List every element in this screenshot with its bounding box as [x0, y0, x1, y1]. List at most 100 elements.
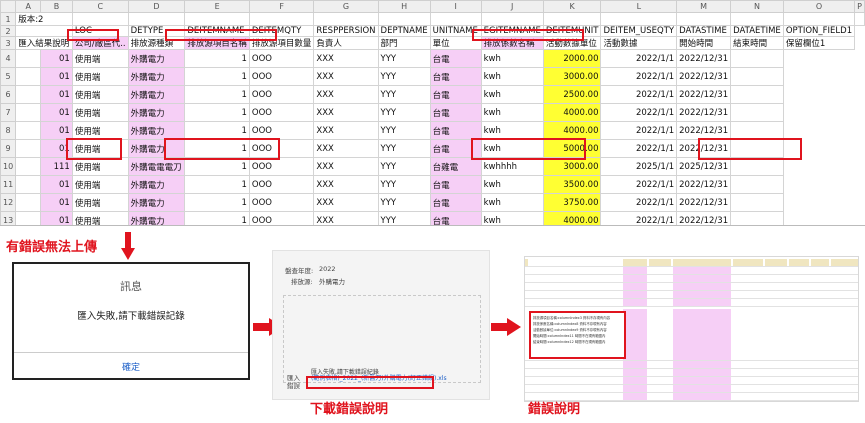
cell[interactable]: [313, 12, 379, 26]
cell-start[interactable]: 2022/1/1: [600, 121, 678, 140]
cell-eg[interactable]: 台電: [429, 211, 482, 225]
cell-detype[interactable]: 使用端: [71, 49, 129, 68]
cell-name[interactable]: 外購電力: [127, 67, 186, 86]
label-cell[interactable]: 活動數據: [600, 36, 678, 50]
header-cell[interactable]: DEITEMUNIT: [542, 25, 602, 37]
cell-qty[interactable]: 1: [184, 49, 250, 68]
cell-deunit[interactable]: kwh: [480, 49, 544, 68]
label-cell[interactable]: 排放係數名稱: [480, 36, 544, 50]
cell-detype[interactable]: 使用端: [71, 85, 129, 104]
cell-eg[interactable]: 台雞電: [429, 157, 482, 176]
cell-loc[interactable]: 01: [40, 67, 73, 86]
cell-dept[interactable]: XXX: [313, 85, 379, 104]
label-cell[interactable]: 活動數據單位: [542, 36, 602, 50]
column-header[interactable]: K: [542, 0, 602, 13]
cell-qty[interactable]: 1: [184, 157, 250, 176]
result-cell[interactable]: [15, 211, 42, 225]
row-header[interactable]: 5: [0, 67, 17, 86]
result-cell[interactable]: [15, 67, 42, 86]
cell-dept[interactable]: XXX: [313, 157, 379, 176]
column-header[interactable]: C: [71, 0, 129, 13]
cell-qty[interactable]: 1: [184, 67, 250, 86]
header-cell[interactable]: OPTION_FIELD1: [782, 25, 856, 37]
cell-unit[interactable]: YYY: [377, 85, 431, 104]
label-cell[interactable]: 保留欄位1: [782, 36, 856, 50]
cell[interactable]: [480, 12, 544, 26]
cell[interactable]: [782, 12, 856, 26]
row-header[interactable]: 9: [0, 139, 17, 158]
cell-deunit[interactable]: kwhhhh: [480, 157, 544, 176]
cell[interactable]: [127, 12, 186, 26]
cell-eg[interactable]: 台電: [429, 67, 482, 86]
cell-start[interactable]: 2022/1/1: [600, 193, 678, 212]
cell[interactable]: [377, 12, 431, 26]
confirm-button[interactable]: 確定: [14, 360, 248, 373]
header-cell[interactable]: UNITNAME: [429, 25, 482, 37]
column-header[interactable]: L: [600, 0, 678, 13]
cell-resp[interactable]: OOO: [248, 85, 315, 104]
cell-unit[interactable]: YYY: [377, 67, 431, 86]
header-cell[interactable]: DATAETIME: [730, 25, 784, 37]
download-link[interactable]: (範例表格)_2022_(新舊刀)外購電力(訂正錯誤).xls: [311, 373, 447, 382]
label-cell[interactable]: 公司/廠區代..: [71, 36, 129, 50]
result-cell[interactable]: [15, 175, 42, 194]
header-cell[interactable]: DEPTNAME: [377, 25, 431, 37]
cell-qty[interactable]: 1: [184, 193, 250, 212]
cell-loc[interactable]: 01: [40, 121, 73, 140]
cell-useqty[interactable]: 2500.00: [542, 85, 602, 104]
cell[interactable]: [730, 139, 784, 158]
column-header[interactable]: B: [40, 0, 73, 13]
cell-resp[interactable]: OOO: [248, 175, 315, 194]
cell-dept[interactable]: XXX: [313, 121, 379, 140]
cell[interactable]: [248, 12, 315, 26]
cell-eg[interactable]: 台電: [429, 103, 482, 122]
label-cell[interactable]: 部門: [377, 36, 431, 50]
cell-detype[interactable]: 使用端: [71, 211, 129, 225]
cell-loc[interactable]: 01: [40, 103, 73, 122]
column-header[interactable]: M: [676, 0, 732, 13]
cell[interactable]: [730, 211, 784, 225]
column-header[interactable]: E: [184, 0, 250, 13]
cell-qty[interactable]: 1: [184, 175, 250, 194]
cell-end[interactable]: 2025/12/31: [676, 157, 732, 176]
cell-useqty[interactable]: 3000.00: [542, 67, 602, 86]
cell-unit[interactable]: YYY: [377, 139, 431, 158]
label-cell[interactable]: 排放源種類: [127, 36, 186, 50]
cell-loc[interactable]: 01: [40, 175, 73, 194]
cell-resp[interactable]: OOO: [248, 121, 315, 140]
cell[interactable]: [730, 49, 784, 68]
cell-start[interactable]: 2025/1/1: [600, 157, 678, 176]
cell-start[interactable]: 2022/1/1: [600, 211, 678, 225]
cell[interactable]: [730, 175, 784, 194]
cell-detype[interactable]: 使用端: [71, 103, 129, 122]
cell-dept[interactable]: XXX: [313, 211, 379, 225]
column-header[interactable]: A: [15, 0, 42, 13]
label-cell[interactable]: 結束時間: [730, 36, 784, 50]
cell-deunit[interactable]: kwh: [480, 121, 544, 140]
cell-unit[interactable]: YYY: [377, 193, 431, 212]
cell[interactable]: [600, 12, 678, 26]
cell-deunit[interactable]: kwh: [480, 85, 544, 104]
row-header[interactable]: 12: [0, 193, 17, 212]
column-header[interactable]: I: [429, 0, 482, 13]
column-header[interactable]: O: [782, 0, 856, 13]
cell-loc[interactable]: 01: [40, 139, 73, 158]
cell[interactable]: [730, 157, 784, 176]
label-cell[interactable]: 匯入結果說明: [15, 36, 73, 50]
column-header[interactable]: D: [127, 0, 186, 13]
cell-useqty[interactable]: 3750.00: [542, 193, 602, 212]
result-cell[interactable]: [15, 49, 42, 68]
column-header[interactable]: J: [480, 0, 544, 13]
cell-loc[interactable]: 01: [40, 193, 73, 212]
cell-resp[interactable]: OOO: [248, 193, 315, 212]
cell-useqty[interactable]: 2000.00: [542, 49, 602, 68]
cell-name[interactable]: 外購電力: [127, 49, 186, 68]
cell-unit[interactable]: YYY: [377, 121, 431, 140]
cell-end[interactable]: 2022/12/31: [676, 175, 732, 194]
column-header[interactable]: F: [248, 0, 315, 13]
cell[interactable]: [730, 193, 784, 212]
result-cell[interactable]: [15, 85, 42, 104]
cell-deunit[interactable]: kwh: [480, 193, 544, 212]
cell-end[interactable]: 2022/12/31: [676, 193, 732, 212]
header-cell[interactable]: RESPPERSION: [313, 25, 379, 37]
